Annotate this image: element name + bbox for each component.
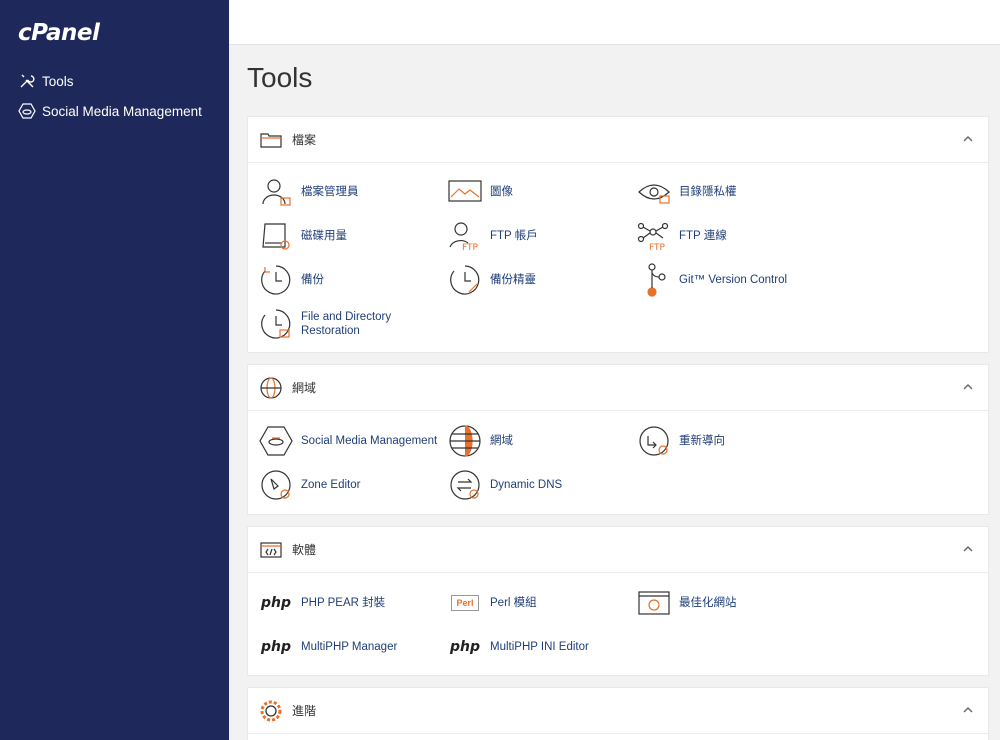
tool-php-pear[interactable]: php PHP PEAR 封裝 xyxy=(259,586,385,620)
sidebar-item-social-media[interactable]: Social Media Management xyxy=(18,100,202,122)
tool-backup-wizard[interactable]: 備份精靈 xyxy=(448,263,536,297)
tool-multiphp-manager[interactable]: php MultiPHP Manager xyxy=(259,630,397,664)
section-header[interactable]: 軟體 xyxy=(248,527,988,573)
ftp-account-icon: FTP xyxy=(448,219,482,253)
section-header[interactable]: 進階 xyxy=(248,688,988,734)
tool-file-manager[interactable]: 檔案管理員 xyxy=(259,175,359,209)
php-pear-icon: php xyxy=(260,595,291,611)
chevron-up-icon[interactable] xyxy=(960,541,976,557)
sidebar-item-label: Social Media Management xyxy=(42,103,202,119)
section-header[interactable]: 網域 xyxy=(248,365,988,411)
social-media-icon xyxy=(259,424,293,458)
multiphp-ini-icon: php xyxy=(449,639,480,655)
disk-icon xyxy=(259,219,293,253)
tool-directory-privacy[interactable]: 目錄隱私權 xyxy=(637,175,737,209)
section-title: 軟體 xyxy=(292,543,317,557)
tool-redirects[interactable]: 重新導向 xyxy=(637,424,725,458)
tool-optimize-website[interactable]: 最佳化網站 xyxy=(637,586,737,620)
tool-git-version-control[interactable]: Git™ Version Control xyxy=(637,263,787,297)
section-title: 檔案 xyxy=(292,133,317,147)
svg-text:FTP: FTP xyxy=(649,243,666,251)
tool-domains[interactable]: 網域 xyxy=(448,424,513,458)
section-title: 網域 xyxy=(292,381,317,395)
folder-icon xyxy=(260,129,282,151)
tool-social-media-management[interactable]: Social Media Management xyxy=(259,424,437,458)
zone-editor-icon xyxy=(259,468,293,502)
perl-icon: Perl xyxy=(448,586,482,620)
globe-icon xyxy=(260,376,282,399)
tool-images[interactable]: 圖像 xyxy=(448,175,513,209)
section-advanced: 進階 xyxy=(247,687,989,740)
tool-dynamic-dns[interactable]: Dynamic DNS xyxy=(448,468,562,502)
svg-text:FTP: FTP xyxy=(462,243,479,251)
globe-icon xyxy=(448,424,482,458)
multiphp-manager-icon: php xyxy=(260,639,291,655)
image-icon xyxy=(448,175,482,209)
tool-disk-usage[interactable]: 磁碟用量 xyxy=(259,219,347,253)
ftp-connection-icon: FTP xyxy=(637,219,671,253)
tool-zone-editor[interactable]: Zone Editor xyxy=(259,468,360,502)
cpanel-logo[interactable]: cPanel xyxy=(18,20,100,46)
tool-file-directory-restoration[interactable]: File and Directory Restoration xyxy=(259,307,391,341)
chevron-up-icon[interactable] xyxy=(960,131,976,147)
tool-ftp-connections[interactable]: FTP FTP 連線 xyxy=(637,219,727,253)
tools-icon xyxy=(18,72,36,90)
page-title: Tools xyxy=(247,62,313,93)
backup-icon xyxy=(259,263,293,297)
tool-backup[interactable]: 備份 xyxy=(259,263,324,297)
git-icon xyxy=(637,263,671,297)
tool-perl-modules[interactable]: Perl Perl 模組 xyxy=(448,586,537,620)
redirect-icon xyxy=(637,424,671,458)
chevron-up-icon[interactable] xyxy=(960,702,976,718)
eye-icon xyxy=(637,175,671,209)
sidebar: cPanel Tools Social Media Management xyxy=(0,0,229,740)
gear-icon xyxy=(260,700,282,722)
sidebar-item-tools[interactable]: Tools xyxy=(18,70,74,92)
section-header[interactable]: 檔案 xyxy=(248,117,988,163)
social-media-icon xyxy=(18,102,36,120)
tool-ftp-accounts[interactable]: FTP FTP 帳戶 xyxy=(448,219,538,253)
chevron-up-icon[interactable] xyxy=(960,379,976,395)
top-bar xyxy=(229,0,1000,45)
file-manager-icon xyxy=(259,175,293,209)
section-title: 進階 xyxy=(292,704,317,718)
code-window-icon xyxy=(260,539,282,561)
optimize-icon xyxy=(637,586,671,620)
sidebar-item-label: Tools xyxy=(42,73,74,89)
restore-icon xyxy=(259,307,293,341)
backup-wizard-icon xyxy=(448,263,482,297)
dynamic-dns-icon xyxy=(448,468,482,502)
tool-multiphp-ini-editor[interactable]: php MultiPHP INI Editor xyxy=(448,630,589,664)
